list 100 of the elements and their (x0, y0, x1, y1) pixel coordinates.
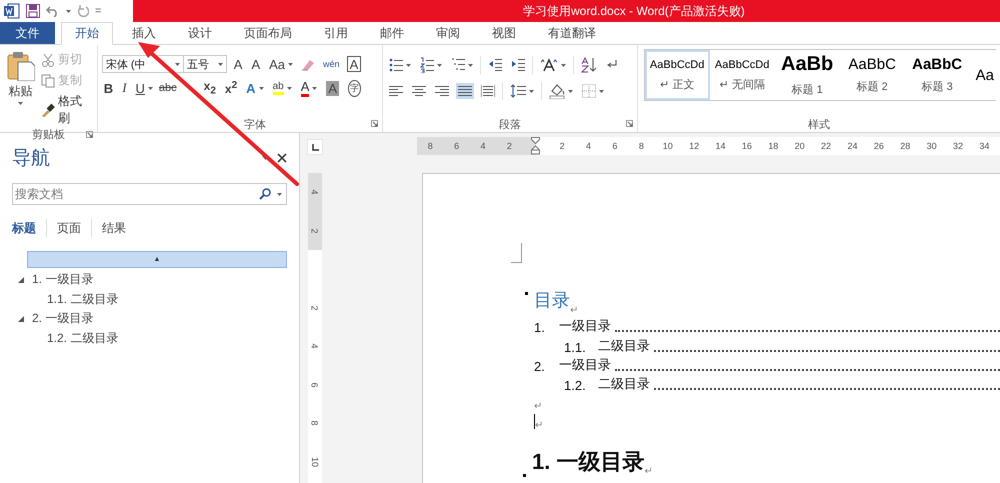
ruler-number: 4 (586, 141, 592, 151)
dialog-launcher-icon[interactable] (86, 131, 93, 138)
increase-indent-button[interactable] (509, 56, 528, 74)
caret-icon[interactable] (468, 64, 474, 66)
ruler-number: 6 (454, 141, 460, 151)
style-item[interactable]: AaBbCcDd ↵ 正文 (644, 50, 710, 100)
caret-icon[interactable] (174, 62, 180, 66)
heading-item[interactable]: 1.1. 二级目录 (47, 290, 118, 308)
ruler-number: 28 (900, 141, 910, 151)
justify-button[interactable] (456, 83, 474, 99)
italic-button[interactable]: I (120, 79, 129, 97)
undo-icon[interactable] (46, 5, 60, 17)
heading-item[interactable]: 2. 一级目录 (32, 310, 94, 328)
caret-icon[interactable] (66, 10, 71, 12)
font-name-dropdown[interactable]: 宋体 (中 (102, 55, 184, 73)
underline-button[interactable]: U (134, 79, 155, 97)
text-effects-button[interactable]: A (244, 79, 266, 97)
pane-tab[interactable]: 结果 (102, 220, 126, 236)
tab-selector-button[interactable] (307, 139, 323, 155)
caret-icon[interactable] (288, 62, 294, 66)
dialog-launcher-icon[interactable] (371, 120, 378, 127)
line-spacing-button[interactable] (508, 82, 536, 100)
toc-number: 1. (534, 320, 546, 336)
group-label: 字体 (244, 118, 266, 132)
font-size-dropdown[interactable]: 五号 (182, 55, 227, 73)
search-icon[interactable] (259, 188, 271, 200)
clipboard-button[interactable]: 格式刷 (41, 93, 93, 127)
caret-icon[interactable] (286, 86, 292, 90)
caret-icon[interactable] (312, 86, 318, 90)
chinese-layout-button[interactable] (538, 56, 568, 74)
caret-icon[interactable] (529, 90, 534, 92)
style-item[interactable]: AaBb 标题 1 (774, 50, 840, 100)
caret-icon[interactable] (599, 90, 604, 92)
indent-marker-icon[interactable] (531, 137, 540, 155)
close-icon[interactable] (277, 153, 287, 163)
highlight-button[interactable]: ab (270, 79, 294, 97)
expanded-icon[interactable] (18, 316, 24, 322)
ribbon-tab[interactable]: 有道翻译 (535, 22, 609, 44)
paragraph-format-mark (523, 474, 526, 478)
caret-icon[interactable] (561, 64, 566, 66)
bold-button[interactable]: B (102, 79, 116, 97)
sort-button[interactable] (579, 55, 600, 75)
ribbon-tab[interactable]: 邮件 (367, 22, 417, 44)
ruler-number: 16 (742, 141, 752, 151)
character-border-button[interactable]: A (346, 56, 362, 72)
heading-item[interactable]: 1. 一级目录 (32, 271, 94, 288)
clipboard-icon (6, 51, 35, 81)
caret-icon[interactable] (568, 90, 574, 92)
style-item[interactable]: AaBbCcDd ↵ 无间隔 (710, 50, 775, 100)
caret-icon[interactable] (406, 64, 412, 66)
subscript-button[interactable]: x$_{2}$ (202, 79, 218, 97)
heading-item[interactable]: 1.2. 二级目录 (47, 330, 118, 347)
align-right-button[interactable] (433, 83, 452, 99)
caret-icon[interactable] (277, 193, 282, 196)
style-item[interactable]: AaBbC 标题 2 (840, 50, 905, 100)
ruler-number: 20 (794, 141, 805, 151)
ribbon-tab[interactable]: 开始 (61, 22, 113, 45)
grow-font-button[interactable]: A (232, 55, 244, 73)
superscript-button[interactable]: x$^{2}$ (222, 79, 240, 97)
caret-icon[interactable] (218, 62, 223, 66)
save-icon[interactable] (26, 4, 40, 18)
pane-tab[interactable]: 页面 (57, 220, 81, 236)
ribbon-tab[interactable]: 引用 (311, 22, 361, 44)
customize-toolbar-button[interactable]: = (95, 5, 102, 17)
ruler-number: 2 (310, 305, 320, 310)
paragraph-format-mark (525, 292, 528, 295)
phonetic-guide-button[interactable]: wén (321, 55, 342, 73)
dialog-launcher-icon[interactable] (626, 120, 633, 127)
ribbon-tab[interactable]: 插入 (119, 22, 169, 44)
style-item[interactable]: Aa (970, 50, 996, 100)
ribbon-tab[interactable]: 设计 (175, 22, 225, 44)
expanded-icon[interactable] (18, 276, 24, 283)
ruler-number: 24 (847, 141, 858, 151)
ruler-number: 8 (638, 141, 644, 151)
ribbon-tab[interactable]: 页面布局 (231, 22, 305, 44)
search-field[interactable]: 搜索文档 (12, 183, 287, 205)
line-spacing-icon (510, 84, 526, 98)
align-center-button[interactable] (410, 83, 428, 99)
caret-icon[interactable] (18, 102, 24, 105)
caret-icon[interactable] (437, 64, 442, 66)
numbering-button[interactable] (418, 55, 444, 75)
border-grid-icon (582, 84, 596, 98)
distributed-button[interactable] (479, 83, 498, 99)
paste-button[interactable]: 粘贴 (4, 49, 38, 127)
caret-icon[interactable] (148, 86, 153, 90)
ribbon-tab[interactable]: 审阅 (423, 22, 473, 44)
file-tab[interactable]: 文件 (0, 22, 55, 44)
font-color-button[interactable]: A (298, 79, 320, 97)
enclose-characters-button[interactable]: 字 (346, 79, 364, 97)
style-item[interactable]: AaBbC 标题 3 (904, 50, 970, 100)
copy-icon (41, 74, 56, 88)
caret-icon[interactable] (258, 86, 264, 90)
strikethrough-button[interactable]: abc (156, 79, 179, 97)
shrink-font-button[interactable]: A (249, 55, 262, 73)
pane-tab[interactable]: 标题 (12, 220, 36, 236)
change-case-button[interactable]: Aa (267, 55, 296, 73)
paint-bucket-icon (549, 83, 566, 99)
toc-entry: 二级目录 (598, 336, 650, 355)
align-left-button[interactable] (387, 83, 406, 99)
ribbon-tab[interactable]: 视图 (479, 22, 529, 44)
